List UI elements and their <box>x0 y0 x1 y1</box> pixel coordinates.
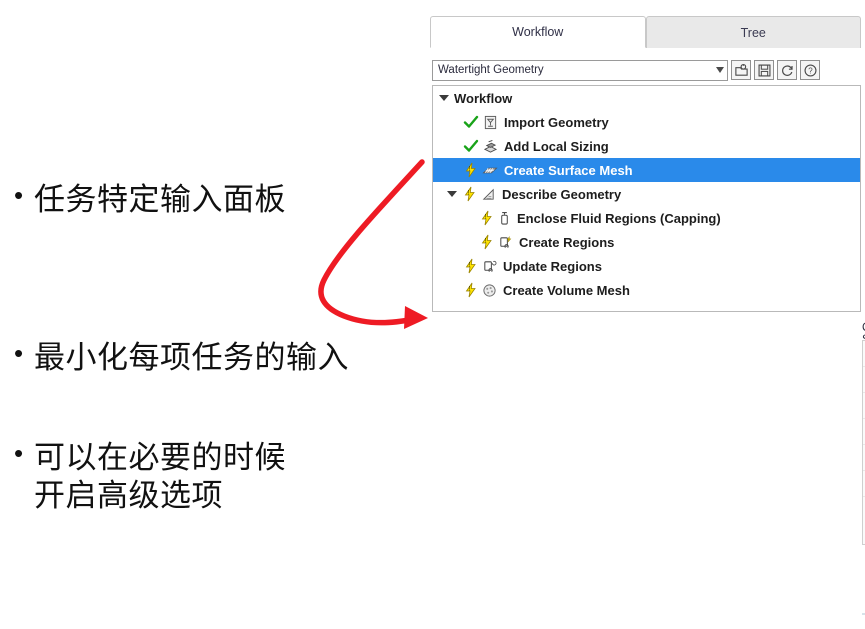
describe-geometry-icon <box>481 187 496 202</box>
tree-row-import-geometry[interactable]: Import Geometry <box>433 110 860 134</box>
tree-item-label: Create Volume Mesh <box>503 282 630 298</box>
create-regions-icon <box>498 235 513 250</box>
tree-item-label: Create Regions <box>519 234 615 250</box>
chevron-down-icon[interactable] <box>439 95 449 101</box>
pending-lightning-icon: ! <box>463 162 479 178</box>
pending-lightning-icon: ! <box>463 282 479 298</box>
svg-text:!: ! <box>468 166 470 173</box>
add-local-sizing-icon <box>483 139 498 154</box>
svg-text:!: ! <box>468 262 470 269</box>
tree-row-create-surface-mesh[interactable]: ! Create Surface Mesh <box>433 158 860 182</box>
check-icon <box>463 139 479 153</box>
help-button[interactable]: ? <box>800 60 820 80</box>
tab-tree-label: Tree <box>740 25 766 40</box>
svg-text:!: ! <box>484 238 486 245</box>
bullet-label: 最小化每项任务的输入 <box>34 340 349 376</box>
tab-workflow[interactable]: Workflow <box>430 16 646 48</box>
svg-text:!: ! <box>484 214 486 221</box>
bullet-marker: • <box>14 180 24 210</box>
reset-workflow-icon <box>781 64 793 76</box>
tree-item-label: Create Surface Mesh <box>504 162 633 178</box>
tree-row-create-volume-mesh[interactable]: ! Create Volume Mesh <box>433 278 860 302</box>
bullet-marker: • <box>14 438 24 468</box>
pending-lightning-icon: ! <box>479 210 495 226</box>
tree-item-label: Describe Geometry <box>502 186 622 202</box>
save-workflow-button[interactable] <box>754 60 774 80</box>
tab-workflow-label: Workflow <box>512 25 564 39</box>
fluent-workflow-panel: Workflow Tree Watertight Geometry ? Work… <box>428 0 865 629</box>
enclose-fluid-regions-icon <box>498 211 511 226</box>
workflow-type-value: Watertight Geometry <box>438 64 544 76</box>
svg-text:!: ! <box>467 190 469 197</box>
load-workflow-icon <box>734 63 748 76</box>
help-icon: ? <box>803 63 817 77</box>
bullet-label: 任务特定输入面板 <box>34 182 286 218</box>
slide-text-column: • 任务特定输入面板 • 最小化每项任务的输入 • 可以在必要的时候 开启高级选… <box>0 0 430 629</box>
tab-tree[interactable]: Tree <box>645 16 861 48</box>
tree-row-update-regions[interactable]: ! Update Regions <box>433 254 860 278</box>
import-geometry-icon <box>483 115 498 130</box>
pending-lightning-icon: ! <box>463 258 479 274</box>
svg-text:?: ? <box>808 66 813 75</box>
bullet-item: • 任务特定输入面板 <box>8 182 286 220</box>
bullet-item: • 可以在必要的时候 开启高级选项 <box>8 440 286 516</box>
tree-row-root[interactable]: Workflow <box>433 86 860 110</box>
chevron-down-icon <box>716 67 724 73</box>
create-surface-mesh-icon <box>482 163 498 178</box>
tree-root-label: Workflow <box>454 90 513 106</box>
reset-workflow-button[interactable] <box>777 60 797 80</box>
tree-item-label: Update Regions <box>503 258 602 274</box>
tree-item-label: Enclose Fluid Regions (Capping) <box>517 210 721 226</box>
bullet-marker: • <box>14 338 24 368</box>
tree-item-label: Import Geometry <box>504 114 609 130</box>
load-workflow-button[interactable] <box>731 60 751 80</box>
svg-text:!: ! <box>468 286 470 293</box>
pending-lightning-icon: ! <box>479 234 495 250</box>
chevron-down-icon[interactable] <box>447 191 457 197</box>
tree-row-enclose-fluid-regions[interactable]: ! Enclose Fluid Regions (Capping) <box>433 206 860 230</box>
create-volume-mesh-icon <box>482 283 497 298</box>
tree-row-create-regions[interactable]: ! Create Regions <box>433 230 860 254</box>
panel-tab-bar: Workflow Tree <box>430 16 861 48</box>
tree-row-describe-geometry[interactable]: ! Describe Geometry <box>433 182 860 206</box>
bullet-label: 可以在必要的时候 开启高级选项 <box>34 440 286 514</box>
workflow-type-select[interactable]: Watertight Geometry <box>432 59 728 81</box>
pending-lightning-icon: ! <box>462 186 478 202</box>
tree-item-label: Add Local Sizing <box>504 138 609 154</box>
tree-row-add-local-sizing[interactable]: Add Local Sizing <box>433 134 860 158</box>
workflow-toolbar: Watertight Geometry ? <box>432 59 861 81</box>
workflow-tree[interactable]: Workflow Import Geometry Add Local Sizin… <box>432 85 861 312</box>
check-icon <box>463 115 479 129</box>
save-workflow-icon <box>758 64 771 77</box>
bullet-item: • 最小化每项任务的输入 <box>8 340 349 378</box>
update-regions-icon <box>482 259 497 274</box>
